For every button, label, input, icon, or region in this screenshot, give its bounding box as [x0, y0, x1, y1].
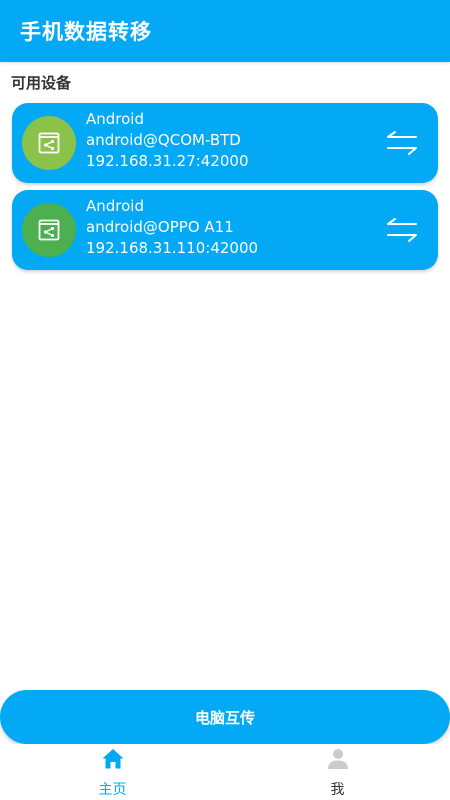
device-icon-circle: [22, 203, 76, 257]
nav-label-me: 我: [330, 782, 345, 798]
device-account: android@QCOM-BTD: [86, 131, 241, 149]
device-name: Android: [86, 197, 144, 215]
device-address: 192.168.31.110:42000: [86, 239, 259, 257]
home-icon: [102, 749, 123, 769]
bottom-nav: 主页 我: [0, 744, 450, 800]
transfer-arrows-icon[interactable]: [386, 215, 418, 245]
device-card[interactable]: Android android@OPPO A11 192.168.31.110:…: [12, 190, 438, 270]
device-icon-circle: [22, 116, 76, 170]
device-account: android@OPPO A11: [86, 218, 234, 236]
share-screen-icon: [38, 132, 60, 154]
app-title: 手机数据转移: [20, 20, 152, 44]
nav-item-me[interactable]: 我: [225, 744, 450, 800]
person-icon: [327, 749, 348, 769]
device-info: Android android@QCOM-BTD 192.168.31.27:4…: [86, 109, 249, 172]
device-list: Android android@QCOM-BTD 192.168.31.27:4…: [12, 103, 438, 277]
share-screen-icon: [38, 219, 60, 241]
nav-label-home: 主页: [98, 782, 127, 798]
transfer-arrows-icon[interactable]: [386, 128, 418, 158]
pc-transfer-button[interactable]: 电脑互传: [0, 690, 450, 744]
nav-item-home[interactable]: 主页: [0, 744, 225, 800]
device-name: Android: [86, 110, 144, 128]
device-info: Android android@OPPO A11 192.168.31.110:…: [86, 196, 258, 259]
device-card[interactable]: Android android@QCOM-BTD 192.168.31.27:4…: [12, 103, 438, 183]
app-bar: 手机数据转移: [0, 0, 450, 62]
section-label-available-devices: 可用设备: [11, 74, 72, 92]
device-address: 192.168.31.27:42000: [86, 152, 249, 170]
